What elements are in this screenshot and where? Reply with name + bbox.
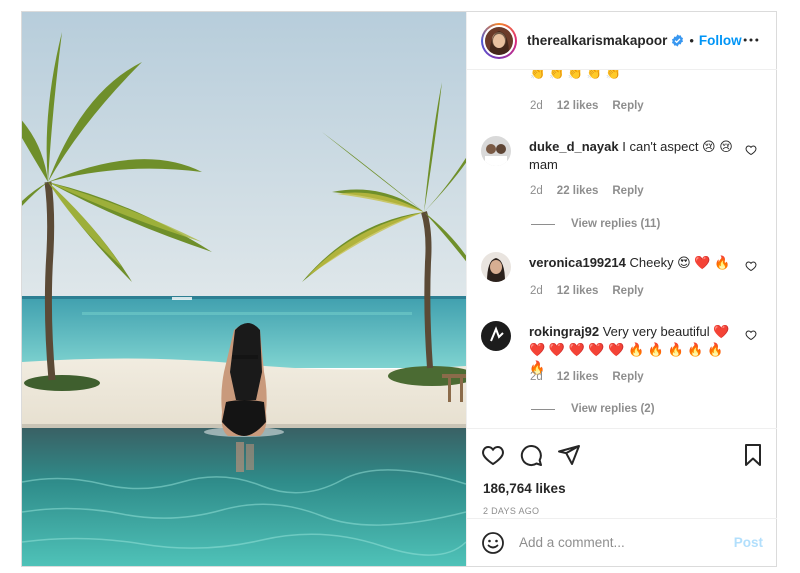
follow-button[interactable]: Follow [699, 33, 742, 48]
instagram-post: therealkarismakapoor • Follow 👏👏👏👏👏 2d 1… [21, 11, 777, 567]
reply-button[interactable]: Reply [612, 371, 643, 383]
avatar-image [485, 26, 513, 55]
comment-like-heart-icon[interactable] [745, 260, 757, 272]
comment-meta: 2d 22 likes Reply [530, 185, 644, 197]
view-replies-label: View replies (11) [571, 218, 661, 230]
more-horizontal-icon[interactable] [741, 30, 761, 50]
comment-text: veronica199214 Cheeky 😍 ❤️ 🔥 [529, 254, 739, 272]
bookmark-icon[interactable] [741, 443, 765, 467]
post-date[interactable]: 2 DAYS AGO [483, 506, 539, 516]
avatar[interactable] [481, 22, 517, 59]
comment-body: Cheeky 😍 ❤️ 🔥 [629, 255, 731, 270]
reply-button[interactable]: Reply [612, 100, 643, 112]
comment-text: duke_d_nayak I can't aspect 😢 😢 mam [529, 138, 739, 174]
post-comment-button[interactable]: Post [734, 535, 763, 550]
comment-meta: 2d 12 likes Reply [530, 285, 644, 297]
comment-username[interactable]: rokingraj92 [529, 324, 599, 339]
comment-likes[interactable]: 12 likes [557, 285, 599, 297]
previous-comment-emoji: 👏👏👏👏👏 [530, 70, 625, 80]
comment-age: 2d [530, 185, 543, 197]
replies-line [531, 408, 555, 410]
post-image[interactable] [22, 12, 466, 566]
post-header: therealkarismakapoor • Follow [467, 12, 777, 70]
separator-dot: • [689, 33, 694, 48]
likes-count[interactable]: 186,764 likes [483, 481, 566, 496]
comment-like-heart-icon[interactable] [745, 329, 757, 341]
comment-meta: 2d 12 likes Reply [530, 100, 644, 112]
post-side-panel: therealkarismakapoor • Follow 👏👏👏👏👏 2d 1… [466, 12, 777, 566]
reply-button[interactable]: Reply [612, 285, 643, 297]
avatar-image [481, 252, 511, 282]
view-replies-button[interactable]: View replies (2) [531, 403, 655, 415]
post-username[interactable]: therealkarismakapoor [527, 33, 667, 48]
beach-photo [22, 12, 466, 566]
view-replies-button[interactable]: View replies (11) [531, 218, 660, 230]
comment-input[interactable] [519, 535, 719, 550]
comment-age: 2d [530, 100, 543, 112]
comments-list[interactable]: 👏👏👏👏👏 2d 12 likes Reply duke_d_nayak I c… [467, 70, 777, 428]
comment-avatar[interactable] [481, 136, 511, 166]
comment-username[interactable]: veronica199214 [529, 255, 626, 270]
send-icon[interactable] [557, 443, 581, 467]
comment-avatar[interactable] [481, 252, 511, 282]
replies-line [531, 223, 555, 225]
comment-age: 2d [530, 371, 543, 383]
add-comment-bar: Post [467, 518, 777, 566]
view-replies-label: View replies (2) [571, 403, 655, 415]
comment-username[interactable]: duke_d_nayak [529, 139, 619, 154]
comment-meta: 2d 12 likes Reply [530, 371, 644, 383]
heart-icon[interactable] [481, 443, 505, 467]
avatar-image [481, 321, 511, 351]
comment-icon[interactable] [519, 443, 543, 467]
smiley-icon[interactable] [481, 531, 505, 555]
comment-likes[interactable]: 22 likes [557, 185, 599, 197]
comment-likes[interactable]: 12 likes [557, 371, 599, 383]
avatar-image [481, 136, 511, 166]
comment-like-heart-icon[interactable] [745, 144, 757, 156]
comment-avatar[interactable] [481, 321, 511, 351]
post-actions: 186,764 likes 2 DAYS AGO [467, 428, 777, 518]
comment-age: 2d [530, 285, 543, 297]
reply-button[interactable]: Reply [612, 185, 643, 197]
verified-badge-icon [672, 34, 684, 47]
comment-likes[interactable]: 12 likes [557, 100, 599, 112]
comment-text: rokingraj92 Very very beautiful ❤️ ❤️ ❤️… [529, 323, 739, 377]
